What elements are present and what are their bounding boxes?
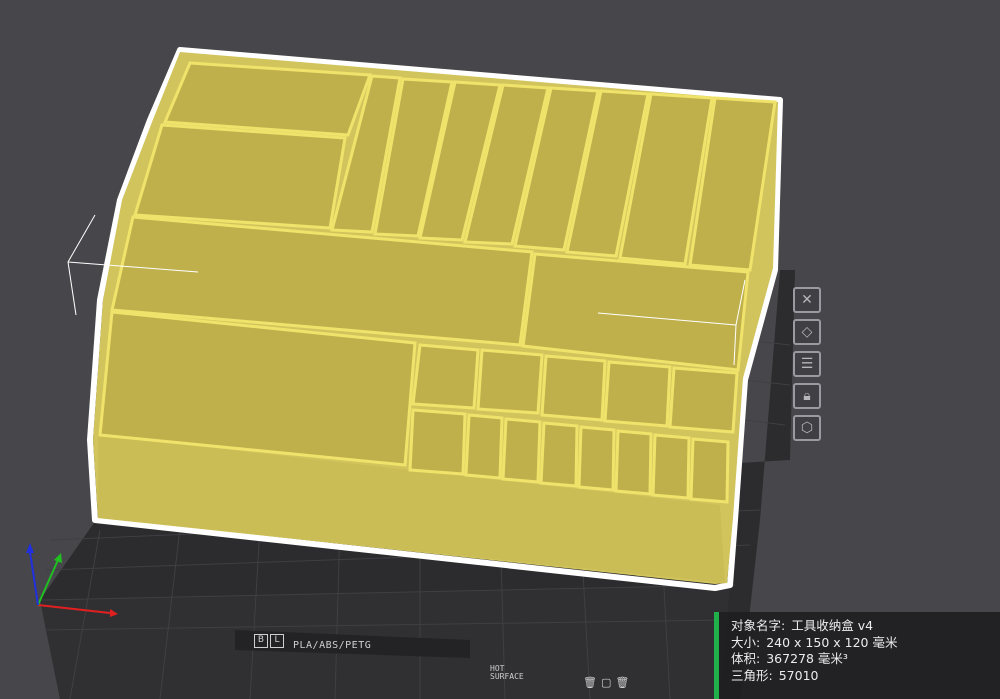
logo-glyph-icon: B — [254, 634, 268, 648]
delete-icon[interactable]: ✕ — [793, 287, 821, 313]
info-triangles: 三角形: 57010 — [731, 668, 1000, 685]
rotate-icon[interactable]: ◇ — [793, 319, 821, 345]
object-name-label: 对象名字: — [731, 618, 786, 633]
bed-material-label: PLA/ABS/PETG — [293, 640, 372, 651]
hot-surface-line2: SURFACE — [490, 672, 524, 681]
nut-settings-icon[interactable]: ⬡ — [793, 415, 821, 441]
hot-surface-warning: HOT SURFACE — [490, 665, 524, 681]
bin-icon: 🗑︎ — [615, 676, 630, 689]
bed-icons: 🗑︎ ▢ 🗑︎ — [583, 676, 629, 689]
lock-icon[interactable]: 🔒︎ — [793, 383, 821, 409]
compartments — [98, 61, 777, 504]
info-object-name: 对象名字: 工具收纳盒 v4 — [731, 618, 1000, 635]
arrange-icon[interactable]: ☰ — [793, 351, 821, 377]
triangles-value: 57010 — [778, 667, 819, 683]
info-volume: 体积: 367278 毫米³ — [731, 651, 1000, 668]
size-value: 240 x 150 x 120 毫米 — [766, 634, 898, 650]
monitor-icon: ▢ — [600, 676, 612, 689]
info-size: 大小: 240 x 150 x 120 毫米 — [731, 635, 1000, 652]
object-toolbar: ✕ ◇ ☰ 🔒︎ ⬡ — [793, 287, 823, 441]
object-info-panel: 对象名字: 工具收纳盒 v4 大小: 240 x 150 x 120 毫米 体积: 3… — [714, 612, 1000, 699]
bed-logo: B L — [254, 634, 284, 648]
size-label: 大小: — [731, 634, 761, 650]
logo-glyph-icon: L — [270, 634, 284, 648]
volume-value: 367278 毫米³ — [766, 651, 848, 666]
volume-label: 体积: — [731, 651, 761, 666]
trash-icon: 🗑︎ — [583, 676, 597, 689]
3d-viewport[interactable] — [0, 0, 1000, 699]
triangles-label: 三角形: — [731, 667, 773, 683]
object-name-value: 工具收纳盒 v4 — [791, 618, 874, 633]
